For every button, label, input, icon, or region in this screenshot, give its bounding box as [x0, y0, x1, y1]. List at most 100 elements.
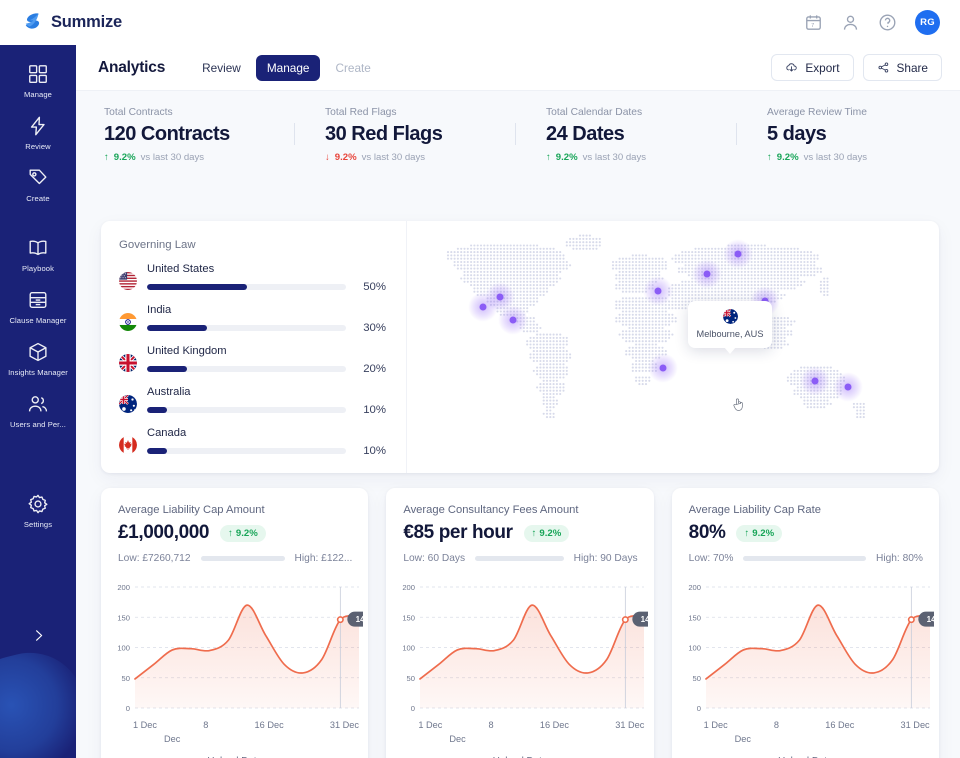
range-high-label: High: £122...: [295, 553, 353, 564]
chart-card-title: Average Liability Cap Rate: [689, 504, 923, 516]
marker-dot: [497, 294, 504, 301]
grid-icon: [27, 63, 49, 85]
kpi-value: 30 Red Flags: [325, 123, 518, 146]
governing-law-panel: Governing Law United States 50% India 30…: [101, 221, 939, 473]
chart-card-delta: 9.2%: [539, 528, 561, 539]
svg-text:100: 100: [117, 644, 130, 653]
brand-name: Summize: [51, 13, 122, 32]
map-marker[interactable]: [648, 353, 678, 383]
user-icon[interactable]: [841, 13, 860, 32]
sidebar-item-manage[interactable]: Manage: [0, 63, 76, 99]
map-marker[interactable]: [643, 276, 673, 306]
chart-card-range: Low: 60 Days High: 90 Days: [403, 553, 637, 564]
sidebar-item-label: Clause Manager: [9, 316, 66, 325]
sidebar-item-clause-manager[interactable]: Clause Manager: [0, 289, 76, 325]
flag-au-icon: [119, 395, 137, 413]
x-tick-sub: Dec: [735, 734, 751, 744]
chevron-right-icon: [31, 628, 46, 643]
tooltip-label: Melbourne, AUS: [694, 329, 766, 339]
country-name: India: [147, 304, 386, 316]
country-name: Australia: [147, 386, 386, 398]
map-marker[interactable]: [833, 372, 863, 402]
area-chart[interactable]: 050100150200 146: [111, 583, 363, 718]
percent-bar-track: [147, 284, 346, 290]
map-marker[interactable]: [692, 259, 722, 289]
svg-text:100: 100: [403, 644, 416, 653]
world-map[interactable]: Melbourne, AUS: [406, 221, 939, 473]
area-chart[interactable]: 050100150200 146: [396, 583, 648, 718]
marker-dot: [735, 251, 742, 258]
svg-text:200: 200: [688, 583, 701, 592]
marker-dot: [812, 378, 819, 385]
chart-point-tooltip: 146: [347, 612, 363, 627]
top-bar: Summize 7 RG: [0, 0, 960, 45]
brand-logo[interactable]: Summize: [24, 12, 122, 34]
svg-text:50: 50: [692, 674, 700, 683]
sidebar-item-insights-manager[interactable]: Insights Manager: [0, 341, 76, 377]
kpi-total-calendar-dates: Total Calendar Dates 24 Dates ↑ 9.2% vs …: [518, 91, 739, 198]
percent-label: 20%: [358, 363, 386, 375]
map-tooltip: Melbourne, AUS: [688, 301, 772, 348]
kpi-percent: 9.2%: [114, 152, 136, 163]
trend-up-arrow-icon: ↑: [532, 528, 537, 539]
kpi-label: Average Review Time: [767, 107, 960, 118]
range-high-label: High: 90 Days: [574, 553, 638, 564]
tab-review[interactable]: Review: [191, 55, 252, 81]
sidebar-item-review[interactable]: Review: [0, 115, 76, 151]
tab-manage[interactable]: Manage: [256, 55, 321, 81]
summize-logo-icon: [24, 12, 42, 34]
export-button[interactable]: Export: [771, 54, 853, 81]
range-slider[interactable]: [201, 556, 285, 561]
percent-bar-fill: [147, 284, 247, 290]
chart-card-range: Low: £7260,712 High: £122...: [118, 553, 352, 564]
chart-card-range: Low: 70% High: 80%: [689, 553, 923, 564]
svg-text:200: 200: [403, 583, 416, 592]
svg-text:0: 0: [411, 704, 415, 713]
chart-card-headline: £1,000,000 ↑ 9.2%: [118, 522, 352, 544]
percent-label: 10%: [358, 445, 386, 457]
sidebar-item-settings[interactable]: Settings: [0, 493, 76, 529]
range-slider[interactable]: [743, 556, 866, 561]
chart-card-headline: 80% ↑ 9.2%: [689, 522, 923, 544]
range-low-label: Low: 70%: [689, 553, 734, 564]
trend-down-arrow-icon: ↓: [325, 153, 330, 163]
chart-card-delta-badge: ↑ 9.2%: [524, 525, 570, 542]
map-marker[interactable]: [723, 239, 753, 269]
map-marker[interactable]: [498, 305, 528, 335]
kpi-comparison: vs last 30 days: [141, 152, 204, 163]
x-tick: 31 Dec: [615, 720, 644, 730]
governing-law-rows: United States 50% India 30% United Kingd…: [119, 263, 386, 457]
flag-in-icon: [119, 313, 137, 331]
kpi-label: Total Contracts: [104, 107, 297, 118]
sidebar-item-users-and-permissions[interactable]: Users and Per...: [0, 393, 76, 429]
svg-text:146: 146: [926, 615, 933, 624]
range-low-label: Low: 60 Days: [403, 553, 465, 564]
sidebar-item-playbook[interactable]: Playbook: [0, 237, 76, 273]
tag-pen-icon: [27, 167, 49, 189]
percent-bar-track: [147, 407, 346, 413]
sidebar: Manage Review Create Playbook Clause Man: [0, 45, 76, 758]
kpi-comparison: vs last 30 days: [583, 152, 646, 163]
sidebar-item-create[interactable]: Create: [0, 167, 76, 203]
calendar-icon[interactable]: 7: [804, 13, 823, 32]
kpi-delta: ↓ 9.2% vs last 30 days: [325, 152, 518, 163]
x-tick: 31 Dec: [901, 720, 930, 730]
share-button[interactable]: Share: [863, 54, 942, 81]
kpi-percent: 9.2%: [777, 152, 799, 163]
tab-create[interactable]: Create: [324, 55, 381, 81]
area-chart[interactable]: 050100150200 146: [682, 583, 934, 718]
help-icon[interactable]: [878, 13, 897, 32]
chart-x-tick-labels: 1 Dec 8 16 Dec 31 Dec: [396, 720, 648, 730]
metric-chart-card: Average Liability Cap Amount £1,000,000 …: [101, 488, 368, 758]
chart-point-tooltip: 146: [918, 612, 934, 627]
top-bar-actions: 7 RG: [804, 10, 940, 35]
sidebar-expand-button[interactable]: [0, 628, 76, 643]
range-slider[interactable]: [475, 556, 564, 561]
map-marker[interactable]: [800, 366, 830, 396]
metric-chart-card: Average Consultancy Fees Amount €85 per …: [386, 488, 653, 758]
governing-law-row: United Kingdom 20%: [119, 345, 386, 375]
avatar[interactable]: RG: [915, 10, 940, 35]
svg-text:150: 150: [117, 613, 130, 622]
gear-icon: [27, 493, 49, 515]
sidebar-item-label: Playbook: [22, 264, 54, 273]
